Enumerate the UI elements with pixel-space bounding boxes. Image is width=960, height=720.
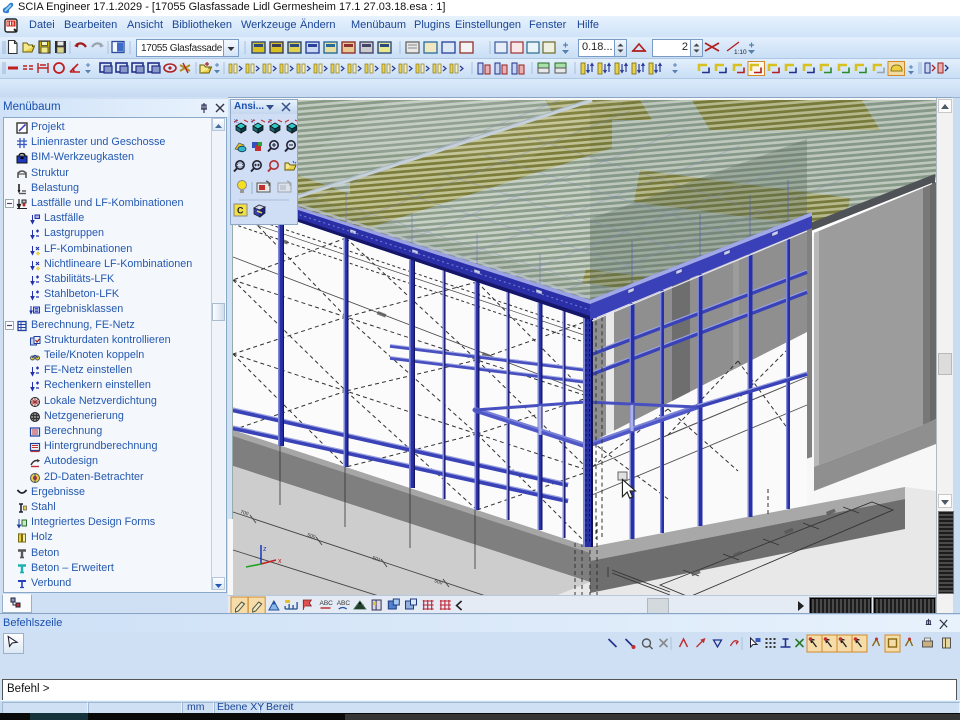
svg-text:C: C	[237, 206, 244, 216]
svg-text:z: z	[263, 546, 267, 553]
svg-text:x: x	[278, 558, 282, 565]
svg-text:ABC: ABC	[320, 600, 334, 607]
svg-text:1:10: 1:10	[734, 49, 747, 56]
svg-text:ABC: ABC	[337, 600, 351, 607]
